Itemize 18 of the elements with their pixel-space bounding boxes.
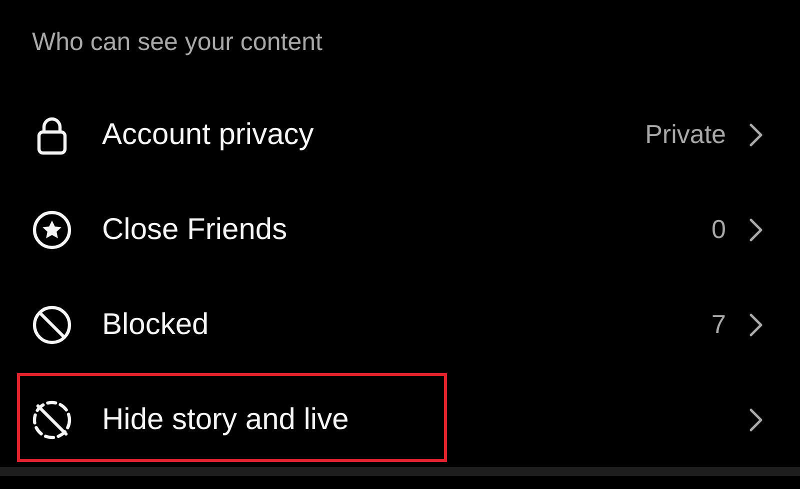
chevron-icon: [748, 122, 764, 148]
chevron-icon: [748, 312, 764, 338]
row-value: Private: [645, 119, 726, 150]
settings-row[interactable]: Account privacy Private: [0, 87, 800, 182]
row-label: Account privacy: [102, 118, 315, 152]
chevron-icon: [748, 406, 764, 432]
blocked-icon: [32, 304, 72, 344]
section-title: Who can see your content: [31, 27, 324, 58]
settings-row[interactable]: Hide story and live: [0, 372, 800, 467]
row-value: 7: [712, 309, 726, 340]
row-label: Hide story and live: [102, 402, 350, 436]
row-value: 0: [712, 214, 726, 245]
row-label: Close Friends: [102, 212, 288, 246]
chevron-icon: [748, 216, 764, 242]
hidden-story-icon: [32, 400, 72, 440]
row-label: Blocked: [102, 308, 210, 342]
settings-row[interactable]: Close Friends 0: [0, 182, 800, 277]
settings-row[interactable]: Blocked 7: [0, 277, 800, 372]
